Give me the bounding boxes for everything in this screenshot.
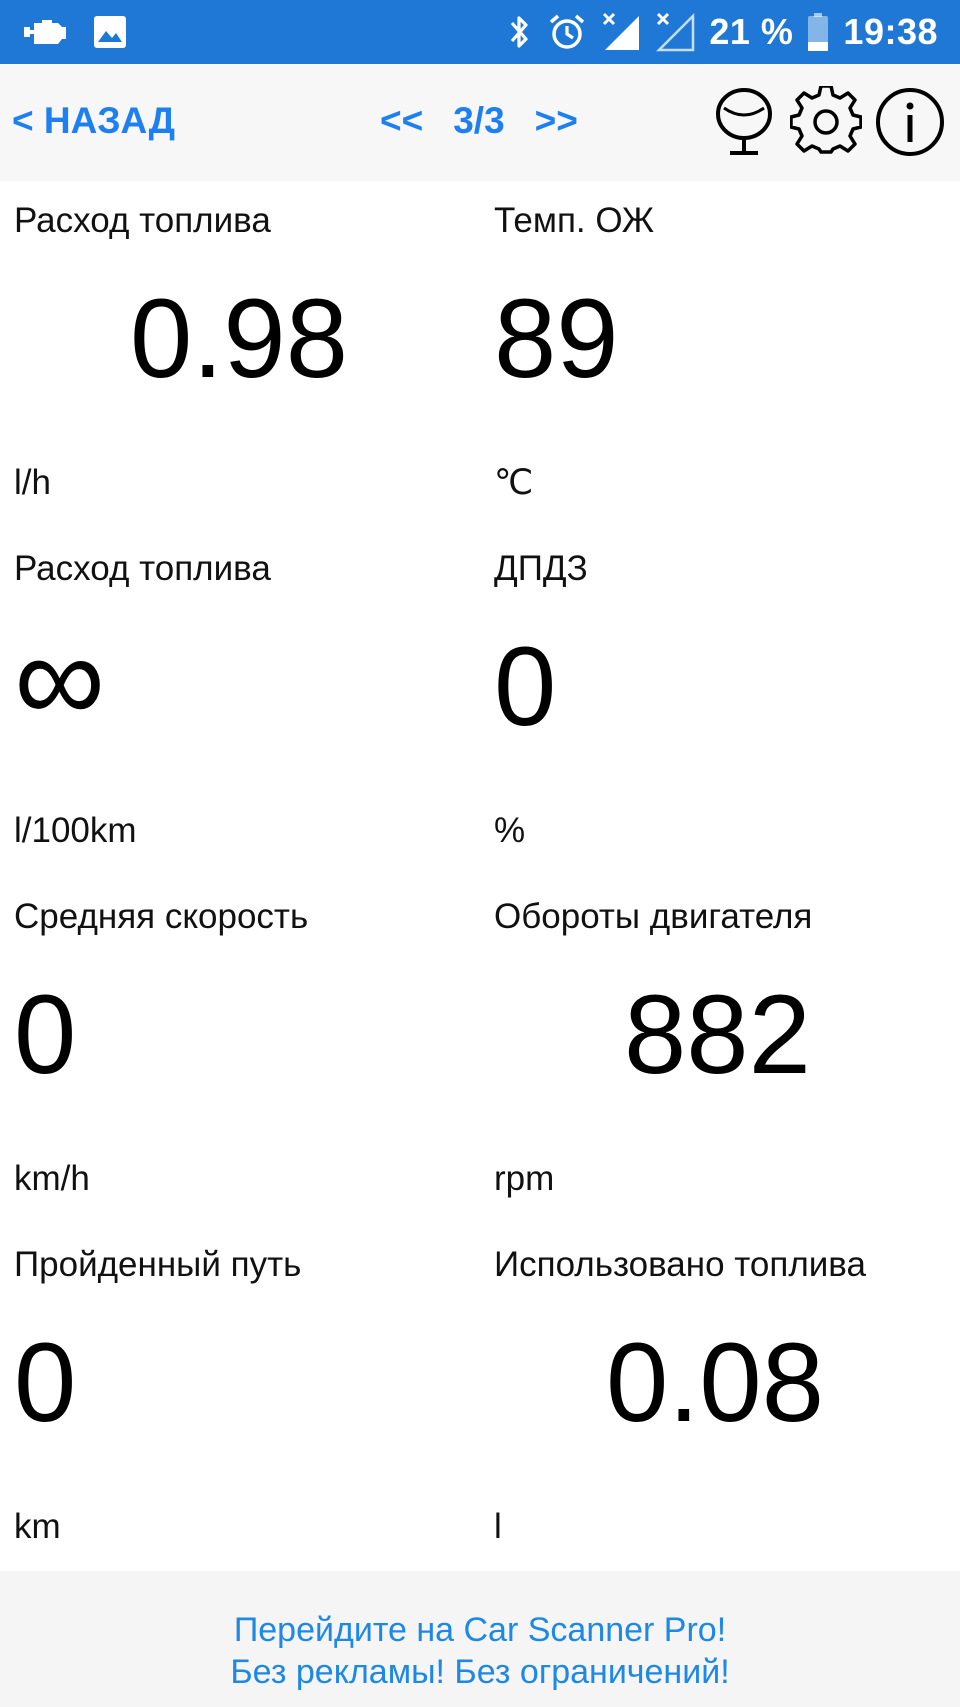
page-indicator: 3/3 — [453, 100, 505, 141]
gauge-label: Обороты двигателя — [494, 897, 813, 936]
alarm-icon — [547, 12, 587, 52]
gauge-grid: Расход топлива 0.98 l/h Темп. ОЖ 89 ℃ Ра… — [0, 181, 960, 1571]
gauge-label: Использовано топлива — [494, 1245, 866, 1284]
bluetooth-icon — [507, 13, 533, 51]
promo-line-2: Без рекламы! Без ограничений! — [230, 1653, 730, 1691]
gauge-label: ДПДЗ — [494, 549, 588, 588]
gauge-unit: % — [494, 811, 526, 850]
gauge-value: 882 — [624, 972, 811, 1097]
image-icon — [92, 14, 128, 50]
gauge-value: 89 — [494, 276, 619, 401]
clock: 19:38 — [843, 11, 938, 52]
gauge-value: 0.08 — [606, 1320, 824, 1445]
gauge-unit: rpm — [494, 1159, 555, 1198]
gauge-engine-rpm[interactable]: Обороты двигателя 882 rpm — [0, 877, 812, 1225]
pager: << 3/3 >> — [380, 100, 578, 142]
status-bar: 21 % 19:38 — [0, 0, 960, 64]
gauge-fuel-used[interactable]: Использовано топлива 0.08 l — [0, 1225, 866, 1573]
battery-percent: 21 % — [709, 11, 794, 52]
signal-icon — [601, 12, 641, 52]
gauge-coolant-temp[interactable]: Темп. ОЖ 89 ℃ — [0, 181, 654, 529]
battery-icon — [807, 12, 829, 52]
signal-icon-2 — [655, 12, 695, 52]
status-bar-right: 21 % 19:38 — [507, 8, 938, 56]
check-engine-icon — [22, 17, 70, 47]
gauge-unit: ℃ — [494, 463, 534, 502]
promo-link[interactable]: Перейдите на Car Scanner Pro! Без реклам… — [230, 1609, 729, 1693]
promo-line-1: Перейдите на Car Scanner Pro! — [233, 1611, 727, 1649]
mirror-icon[interactable] — [708, 86, 780, 158]
gauge-label: Темп. ОЖ — [494, 201, 655, 240]
info-icon[interactable] — [874, 86, 946, 158]
gear-icon[interactable] — [790, 86, 862, 158]
gauge-throttle-position[interactable]: ДПДЗ 0 % — [0, 529, 588, 877]
gauge-unit: l — [494, 1507, 502, 1546]
back-button[interactable]: < НАЗАД — [12, 100, 175, 142]
gauge-value: 0 — [494, 624, 557, 749]
prev-page-button[interactable]: << — [380, 100, 423, 142]
next-page-button[interactable]: >> — [535, 100, 578, 142]
header: < НАЗАД << 3/3 >> — [0, 64, 960, 181]
promo-banner: Перейдите на Car Scanner Pro! Без реклам… — [0, 1571, 960, 1707]
status-bar-left — [22, 12, 128, 52]
